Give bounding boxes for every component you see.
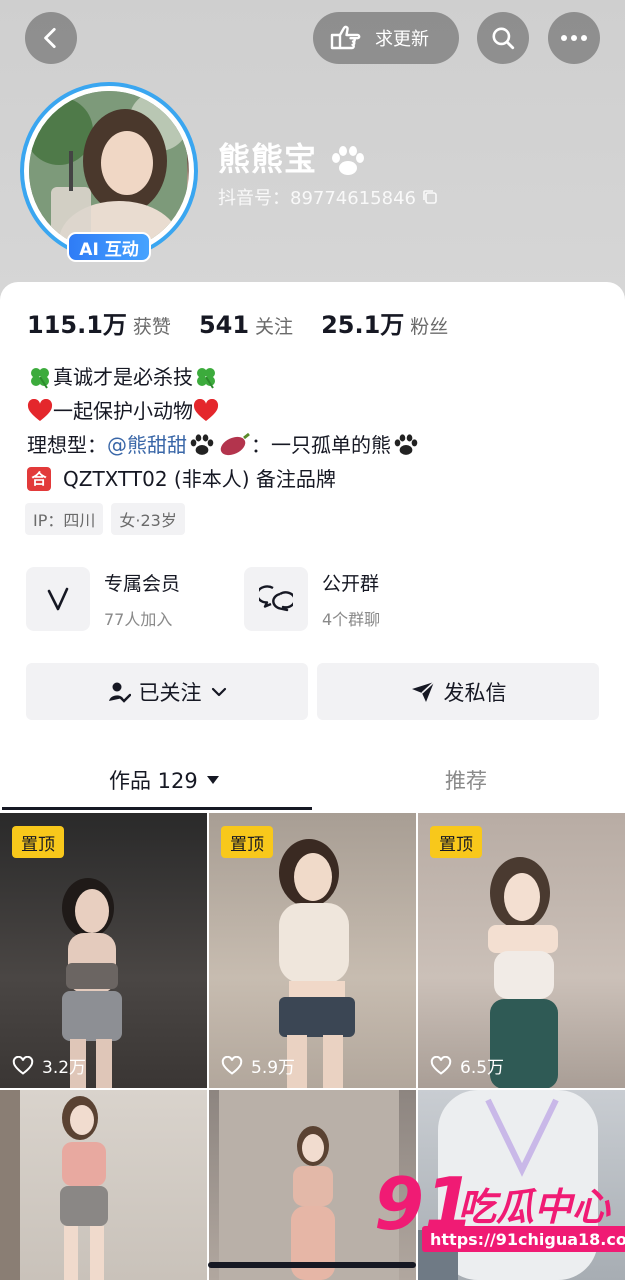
stat-following[interactable]: 541 关注 bbox=[199, 311, 293, 339]
followed-button[interactable]: 已关注 bbox=[26, 663, 308, 720]
clover-icon bbox=[197, 368, 215, 389]
followed-label: 已关注 bbox=[138, 680, 202, 705]
home-indicator bbox=[208, 1262, 416, 1268]
heart-outline-icon bbox=[12, 1055, 34, 1075]
stat-likes-num: 115.1万 bbox=[27, 311, 127, 339]
profile-tags: IP：四川 女·23岁 bbox=[25, 503, 185, 535]
watermark-url: https://91chigua18.com bbox=[422, 1226, 625, 1252]
video-likes: 3.2万 bbox=[12, 1053, 86, 1078]
stat-likes[interactable]: 115.1万 获赞 bbox=[27, 305, 171, 340]
group-subtitle: 4个群聊 bbox=[322, 609, 381, 629]
paw-icon bbox=[190, 434, 214, 455]
profile-name-text: 熊熊宝 bbox=[218, 140, 318, 178]
bio-line-4-text: QZTXTT02 (非本人) 备注品牌 bbox=[63, 467, 336, 491]
request-update-label: 求更新 bbox=[375, 29, 429, 50]
video-likes-count: 6.5万 bbox=[460, 1058, 505, 1078]
tab-works-label: 作品 129 bbox=[109, 769, 198, 793]
clover-icon bbox=[31, 368, 49, 389]
paw-icon bbox=[332, 146, 365, 175]
member-subtitle: 77人加入 bbox=[104, 609, 173, 629]
send-message-button[interactable]: 发私信 bbox=[317, 663, 599, 720]
send-icon bbox=[411, 680, 435, 702]
pinned-badge: 置顶 bbox=[221, 826, 273, 858]
send-message-label: 发私信 bbox=[443, 680, 507, 705]
heart-icon bbox=[27, 399, 53, 421]
bio-line-3-prefix: 理想型： bbox=[27, 433, 107, 457]
tab-active-indicator bbox=[2, 807, 312, 810]
hand-point-icon bbox=[330, 25, 361, 50]
member-title: 专属会员 bbox=[104, 572, 181, 595]
ai-interact-badge[interactable]: AI 互动 bbox=[67, 232, 151, 262]
douyin-id-text: 抖音号：89774615846 bbox=[218, 188, 416, 209]
video-thumbnail-image bbox=[0, 1090, 108, 1280]
request-update-button[interactable]: 求更新 bbox=[313, 12, 459, 64]
stat-fans[interactable]: 25.1万 粉丝 bbox=[321, 305, 448, 340]
video-thumbnail[interactable]: 置顶 6.5万 bbox=[418, 813, 625, 1088]
member-icon-box bbox=[26, 567, 90, 631]
exclusive-member-entry[interactable]: 专属会员 77人加入 bbox=[26, 566, 180, 632]
bio-line-4: 合 QZTXTT02 (非本人) 备注品牌 bbox=[27, 462, 421, 496]
copy-icon[interactable] bbox=[422, 189, 438, 205]
public-group-entry[interactable]: 公开群 4个群聊 bbox=[244, 566, 380, 632]
avatar[interactable] bbox=[29, 91, 189, 251]
chevron-down-icon bbox=[211, 687, 226, 696]
video-likes: 5.9万 bbox=[221, 1053, 295, 1078]
tag-gender-age: 女·23岁 bbox=[111, 503, 185, 535]
tab-works[interactable]: 作品 129 bbox=[109, 752, 222, 808]
video-thumbnail[interactable]: 置顶 5.9万 bbox=[209, 813, 416, 1088]
video-thumbnail[interactable]: 置顶 3.2万 bbox=[0, 813, 207, 1088]
stat-fans-label: 粉丝 bbox=[410, 316, 449, 338]
caret-down-icon bbox=[206, 776, 219, 784]
heart-outline-icon bbox=[430, 1055, 452, 1075]
more-dots-icon bbox=[561, 35, 587, 41]
watermark-text: 吃瓜中心 bbox=[458, 1185, 611, 1229]
more-button[interactable] bbox=[548, 12, 600, 64]
video-thumbnail[interactable] bbox=[0, 1090, 207, 1280]
content-tabs: 作品 129 推荐 bbox=[0, 752, 625, 810]
chevron-left-icon bbox=[44, 27, 56, 49]
paw-icon bbox=[394, 434, 418, 455]
stat-following-label: 关注 bbox=[255, 316, 294, 338]
chat-bubbles-icon bbox=[259, 585, 293, 612]
user-check-icon bbox=[108, 682, 131, 703]
profile-name: 熊熊宝 bbox=[218, 134, 367, 180]
stats-row: 115.1万 获赞 541 关注 25.1万 粉丝 bbox=[27, 305, 448, 340]
bio-line-3: 理想型： @熊甜甜 ：一只孤单的熊 bbox=[27, 428, 421, 462]
heart-icon bbox=[193, 399, 219, 421]
group-title: 公开群 bbox=[322, 572, 380, 595]
mention-link[interactable]: @熊甜甜 bbox=[107, 428, 187, 462]
back-button[interactable] bbox=[25, 12, 77, 64]
tab-recommend[interactable]: 推荐 bbox=[445, 752, 487, 808]
avatar-photo bbox=[29, 91, 189, 251]
bio-line-1-text: 真诚才是必杀技 bbox=[53, 365, 193, 389]
heart-outline-icon bbox=[221, 1055, 243, 1075]
pinned-badge: 置顶 bbox=[12, 826, 64, 858]
tag-ip: IP：四川 bbox=[25, 503, 104, 535]
douyin-id[interactable]: 抖音号：89774615846 bbox=[218, 184, 438, 210]
sweet-potato-icon bbox=[220, 432, 250, 456]
bio-line-3-suffix: ：一只孤单的熊 bbox=[251, 433, 391, 457]
search-icon bbox=[492, 27, 515, 50]
pinned-badge: 置顶 bbox=[430, 826, 482, 858]
he-icon: 合 bbox=[27, 467, 51, 491]
stat-following-num: 541 bbox=[198, 311, 250, 339]
stat-fans-num: 25.1万 bbox=[321, 311, 405, 339]
video-likes-count: 5.9万 bbox=[251, 1058, 296, 1078]
watermark-logo: 91 吃瓜中心 https://91chigua18.com bbox=[374, 1162, 625, 1258]
video-likes-count: 3.2万 bbox=[42, 1058, 87, 1078]
member-v-icon bbox=[47, 587, 69, 611]
bio-line-2: 一起保护小动物 bbox=[27, 394, 421, 428]
video-likes: 6.5万 bbox=[430, 1053, 504, 1078]
search-button[interactable] bbox=[477, 12, 529, 64]
bio: 真诚才是必杀技 一起保护小动物 理想型： @熊甜甜 ：一只孤单的熊 合 QZTX… bbox=[27, 360, 421, 496]
group-icon-box bbox=[244, 567, 308, 631]
stat-likes-label: 获赞 bbox=[132, 316, 171, 338]
bio-line-2-text: 一起保护小动物 bbox=[53, 399, 193, 423]
bio-line-1: 真诚才是必杀技 bbox=[27, 360, 421, 394]
